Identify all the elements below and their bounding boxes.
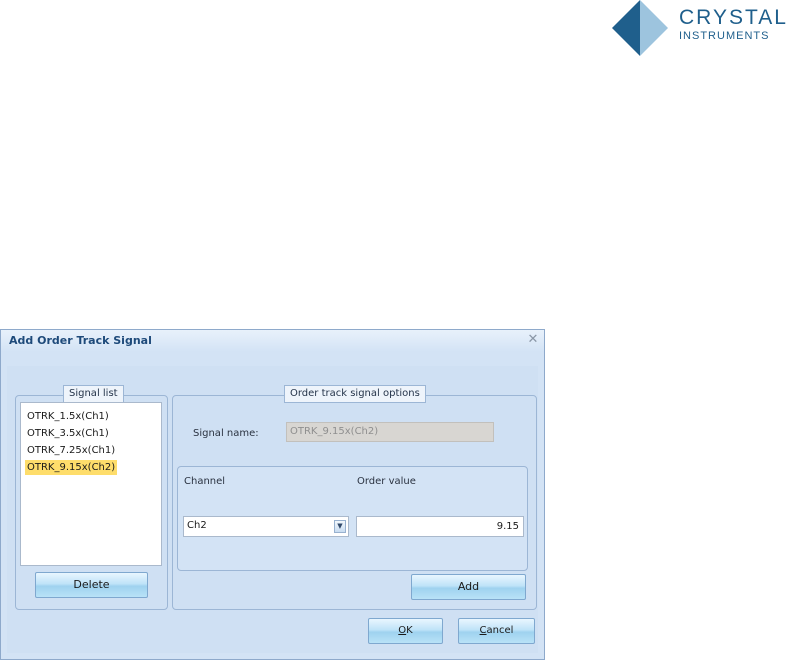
logo-text-instruments: INSTRUMENTS [679,30,770,42]
channel-dropdown-value: Ch2 [187,520,207,531]
order-value-input[interactable]: 9.15 [356,516,524,537]
chevron-down-icon[interactable]: ▼ [334,520,346,533]
ok-button[interactable]: OK [368,618,443,644]
diamond-logo-icon [612,0,668,56]
signal-name-field: OTRK_9.15x(Ch2) [286,422,494,442]
signal-list-item[interactable]: OTRK_7.25x(Ch1) [25,443,117,458]
signal-list-item-selected[interactable]: OTRK_9.15x(Ch2) [25,460,118,475]
signal-listbox[interactable]: OTRK_1.5x(Ch1) OTRK_3.5x(Ch1) OTRK_7.25x… [20,402,162,566]
signal-name-label: Signal name: [193,428,259,439]
ok-mnemonic: O [398,625,407,636]
dialog-title: Add Order Track Signal [9,334,152,347]
order-track-options-legend: Order track signal options [284,385,426,403]
signal-list-legend: Signal list [63,385,124,403]
cancel-mnemonic: C [479,625,487,636]
signal-list-item[interactable]: OTRK_1.5x(Ch1) [25,409,111,424]
logo-text-crystal: CRYSTAL [679,6,788,29]
delete-button[interactable]: Delete [35,572,148,598]
channel-dropdown[interactable]: Ch2 ▼ [183,516,349,537]
channel-label: Channel [184,476,226,487]
close-icon[interactable]: ✕ [526,333,540,347]
add-button[interactable]: Add [411,574,526,600]
ok-label-rest: K [406,625,413,636]
dialog-titlebar[interactable]: Add Order Track Signal ✕ [1,330,544,352]
cancel-button[interactable]: Cancel [458,618,535,644]
cancel-label-rest: ancel [486,625,514,636]
signal-list-item[interactable]: OTRK_3.5x(Ch1) [25,426,111,441]
crystal-instruments-logo: CRYSTAL INSTRUMENTS [612,0,789,56]
order-value-label: Order value [357,476,416,487]
